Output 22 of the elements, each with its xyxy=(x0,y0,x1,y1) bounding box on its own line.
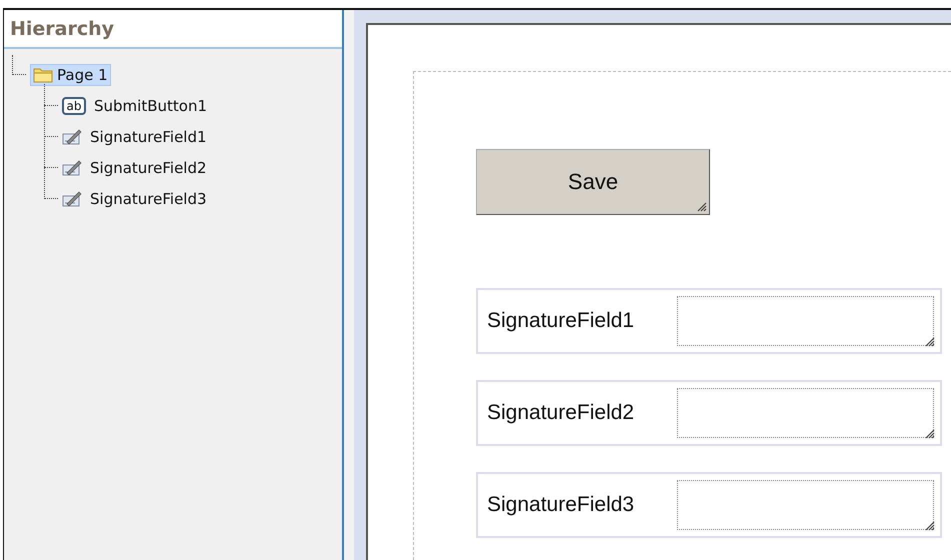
text-button-icon: ab xyxy=(62,96,86,114)
field-label: SignatureField2 xyxy=(487,401,636,425)
folder-icon xyxy=(33,66,53,83)
resize-grip-icon xyxy=(925,337,935,347)
signature-pen-icon xyxy=(62,158,82,176)
save-button[interactable]: Save xyxy=(476,149,710,215)
signature-pen-icon xyxy=(62,128,82,146)
signature-field[interactable] xyxy=(677,480,934,530)
field-label: SignatureField1 xyxy=(487,309,636,333)
signature-field[interactable] xyxy=(677,296,934,346)
panel-title: Hierarchy xyxy=(4,10,342,49)
tree-item[interactable]: SubmitButton1 xyxy=(90,94,211,118)
resize-grip-icon xyxy=(697,202,707,212)
field-label: SignatureField3 xyxy=(487,493,636,517)
tree-item[interactable]: SignatureField2 xyxy=(86,156,211,180)
resize-grip-icon xyxy=(925,429,935,439)
resize-grip-icon xyxy=(925,521,935,531)
tree-item[interactable]: Page 1 xyxy=(30,64,111,86)
signature-pen-icon xyxy=(62,190,82,208)
tree-item[interactable]: SignatureField3 xyxy=(86,186,211,210)
signature-field[interactable] xyxy=(677,388,934,438)
tree-item[interactable]: SignatureField1 xyxy=(86,124,211,148)
